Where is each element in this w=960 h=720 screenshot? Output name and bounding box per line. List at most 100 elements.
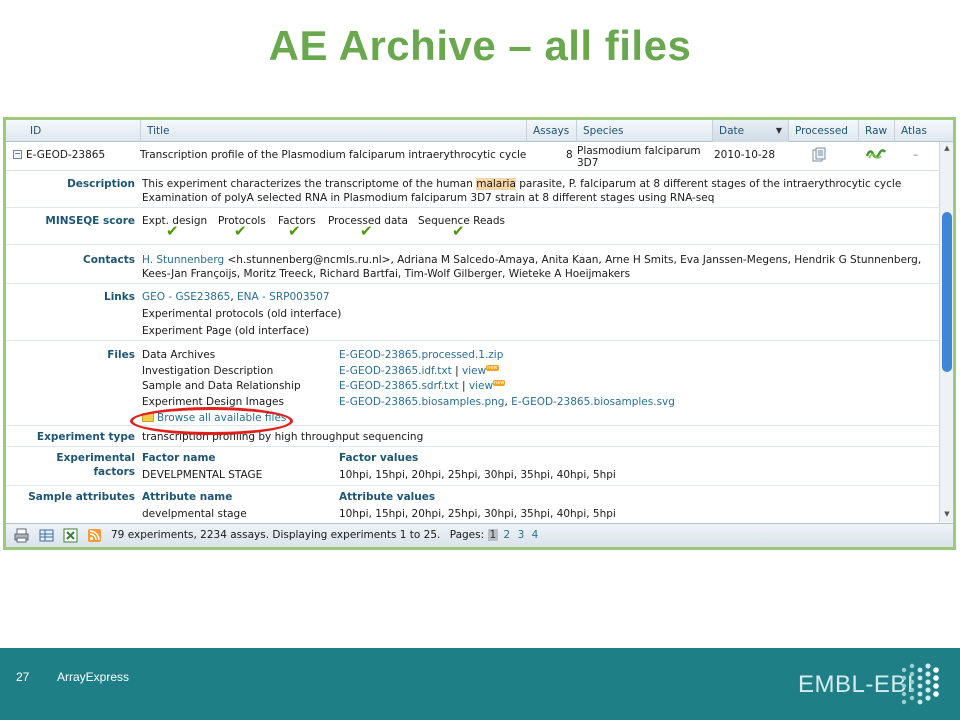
page-link[interactable]: 3: [516, 529, 527, 541]
description-line1-post: parasite, P. falciparum at 8 different s…: [515, 178, 902, 190]
description-label: Description: [67, 178, 135, 190]
new-badge: new: [493, 380, 506, 386]
raw-data-icon[interactable]: [865, 147, 886, 164]
column-header-species[interactable]: Species: [576, 120, 712, 142]
slide-footer-bar: 27 ArrayExpress EMBL-EBI: [0, 648, 960, 720]
experiment-page-link[interactable]: Experiment Page (old interface): [142, 325, 309, 337]
pager-pages-label: Pages:: [449, 529, 485, 541]
column-header-id[interactable]: ID: [24, 120, 142, 142]
embl-ebi-logo-text: EMBL-EBI: [798, 671, 915, 698]
checkmark-icon: ✔: [234, 222, 247, 240]
links-label: Links: [104, 291, 135, 303]
attribute-name-header: Attribute name: [142, 491, 233, 503]
factor-name: DEVELPMENTAL STAGE: [142, 469, 263, 481]
page-link[interactable]: 2: [502, 529, 513, 541]
file-entry: E-GEOD-23865.idf.txt | viewnew: [339, 365, 499, 377]
file-entry: E-GEOD-23865.sdrf.txt | viewnew: [339, 380, 506, 392]
column-header-assays[interactable]: Assays: [526, 120, 576, 142]
slide: AE Archive – all files ID Title Assays S…: [0, 0, 960, 720]
pager-bar: 79 experiments, 2234 assays. Displaying …: [6, 523, 953, 547]
contacts-line1: <h.stunnenberg@ncmls.ru.nl>, Adriana M S…: [224, 254, 922, 266]
scrollbar-thumb[interactable]: [942, 212, 952, 372]
column-header-date-label: Date: [719, 125, 745, 137]
rss-icon[interactable]: [87, 528, 102, 543]
sample-attributes-section: Sample attributes Attribute name Attribu…: [6, 487, 942, 523]
slide-footer-label: ArrayExpress: [57, 670, 130, 684]
scroll-down-icon[interactable]: ▼: [942, 510, 952, 520]
file-name: Sample and Data Relationship: [142, 380, 301, 392]
attribute-name: develpmental stage: [142, 508, 247, 520]
sort-descending-icon: ▼: [775, 126, 782, 135]
files-label: Files: [107, 349, 135, 361]
file-separator: |: [451, 365, 462, 377]
pager-summary: 79 experiments, 2234 assays. Displaying …: [111, 529, 441, 541]
column-header-atlas[interactable]: Atlas: [894, 120, 944, 142]
checkmark-icon: ✔: [288, 222, 301, 240]
collapse-toggle-icon[interactable]: −: [13, 150, 22, 159]
file-link[interactable]: E-GEOD-23865.biosamples.png: [339, 396, 504, 408]
ena-link[interactable]: ENA - SRP003507: [237, 291, 330, 303]
contacts-text: H. Stunnenberg <h.stunnenberg@ncmls.ru.n…: [142, 254, 932, 280]
contacts-section: Contacts H. Stunnenberg <h.stunnenberg@n…: [6, 246, 942, 284]
description-line2: Examination of polyA selected RNA in Pla…: [142, 192, 715, 204]
description-highlight: malaria: [476, 178, 516, 190]
contacts-line2: Kees-Jan Françoijs, Moritz Treeck, Richa…: [142, 268, 631, 280]
highlight-annotation-ring: [130, 407, 293, 435]
factor-values-header: Factor values: [339, 452, 419, 464]
experimental-factors-label-line2: factors: [93, 466, 135, 478]
column-header-title[interactable]: Title: [140, 120, 526, 142]
file-link[interactable]: E-GEOD-23865.sdrf.txt: [339, 380, 459, 392]
experiment-assays: 8: [566, 149, 573, 161]
excel-icon[interactable]: [63, 528, 78, 543]
description-section: Description This experiment characterize…: [6, 172, 942, 208]
embl-ebi-logo-icon: [898, 662, 942, 708]
experiment-id: E-GEOD-23865: [26, 149, 106, 161]
links-section: Links GEO - GSE23865, ENA - SRP003507 Ex…: [6, 285, 942, 341]
checkmark-icon: ✔: [166, 222, 179, 240]
column-header-raw[interactable]: Raw: [858, 120, 894, 142]
view-link[interactable]: view: [469, 380, 493, 392]
experiment-type-label: Experiment type: [36, 431, 135, 443]
experimental-factors-label-line1: Experimental: [56, 452, 135, 464]
pager-info: 79 experiments, 2234 assays. Displaying …: [111, 529, 540, 541]
view-link[interactable]: view: [462, 365, 486, 377]
file-separator: |: [458, 380, 469, 392]
page-link-current[interactable]: 1: [487, 529, 499, 541]
sample-attributes-label: Sample attributes: [28, 491, 135, 503]
attribute-values: 10hpi, 15hpi, 20hpi, 25hpi, 30hpi, 35hpi…: [339, 508, 616, 520]
checkmark-icon: ✔: [452, 222, 465, 240]
slide-title: AE Archive – all files: [268, 22, 692, 69]
column-header-date[interactable]: Date ▼: [712, 120, 788, 142]
table-icon[interactable]: [39, 528, 54, 543]
column-header-processed[interactable]: Processed: [788, 120, 858, 142]
experiment-browser-screenshot: ID Title Assays Species Date ▼ Processed…: [3, 117, 956, 550]
print-icon[interactable]: [14, 528, 29, 543]
checkmark-icon: ✔: [360, 222, 373, 240]
experiment-atlas: –: [913, 149, 919, 161]
geo-link[interactable]: GEO - GSE23865: [142, 291, 230, 303]
experimental-factors-section: Experimental factors Factor name Factor …: [6, 448, 942, 486]
scroll-up-icon[interactable]: ▲: [942, 144, 952, 154]
attribute-values-header: Attribute values: [339, 491, 436, 503]
file-name: Data Archives: [142, 349, 216, 361]
file-entry: E-GEOD-23865.biosamples.png, E-GEOD-2386…: [339, 396, 675, 408]
vertical-scrollbar[interactable]: ▲ ▼: [939, 142, 953, 522]
description-text: This experiment characterizes the transc…: [142, 178, 932, 204]
file-name: Investigation Description: [142, 365, 274, 377]
factor-values: 10hpi, 15hpi, 20hpi, 25hpi, 30hpi, 35hpi…: [339, 469, 616, 481]
file-link[interactable]: E-GEOD-23865.biosamples.svg: [511, 396, 675, 408]
species-line1: Plasmodium falciparum: [577, 145, 701, 157]
minseqe-label: MINSEQE score: [45, 215, 135, 227]
file-link[interactable]: E-GEOD-23865.idf.txt: [339, 365, 452, 377]
species-line2: 3D7: [577, 157, 599, 169]
table-header: ID Title Assays Species Date ▼ Processed…: [6, 120, 953, 142]
contact-link-stunnenberg[interactable]: H. Stunnenberg: [142, 254, 224, 266]
protocols-link[interactable]: Experimental protocols (old interface): [142, 308, 341, 320]
experiment-row[interactable]: − E-GEOD-23865 Transcription profile of …: [6, 143, 942, 171]
page-link[interactable]: 4: [530, 529, 541, 541]
links-line1: GEO - GSE23865, ENA - SRP003507: [142, 291, 330, 303]
experiment-title: Transcription profile of the Plasmodium …: [140, 149, 527, 161]
file-link[interactable]: E-GEOD-23865.processed.1.zip: [339, 349, 503, 361]
experiment-species: Plasmodium falciparum 3D7: [577, 145, 701, 169]
processed-data-icon[interactable]: [811, 147, 827, 166]
